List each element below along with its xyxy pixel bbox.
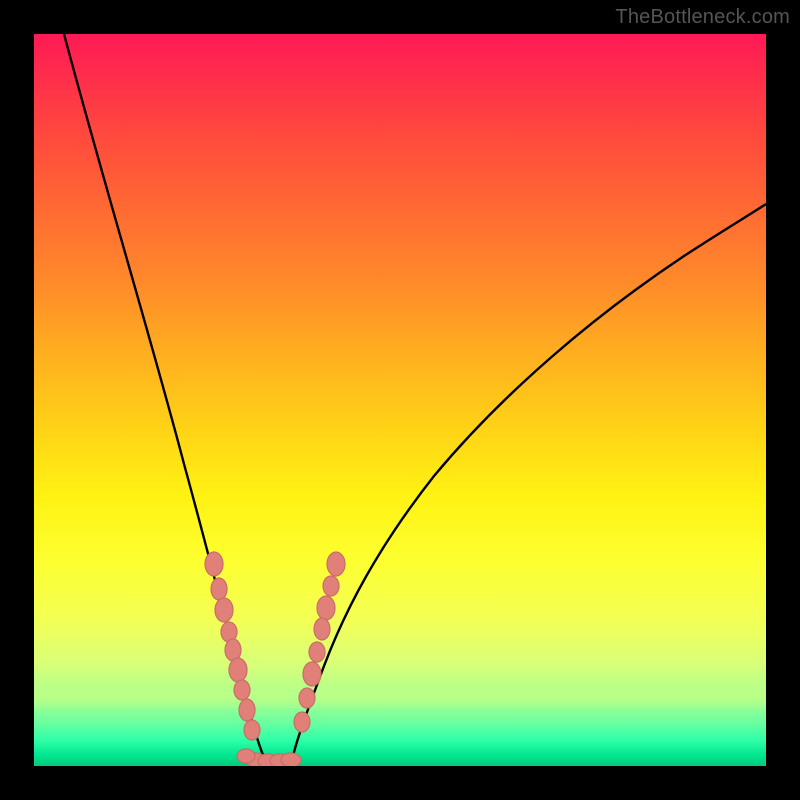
curves-layer: [34, 34, 766, 766]
bottom-marker-cluster: [237, 749, 301, 766]
left-marker-cluster: [205, 552, 260, 740]
watermark-text: TheBottleneck.com: [615, 6, 790, 29]
plot-area: [34, 34, 766, 766]
chart-frame: TheBottleneck.com: [0, 0, 800, 800]
right-curve: [292, 204, 766, 760]
right-marker-cluster: [294, 552, 345, 732]
